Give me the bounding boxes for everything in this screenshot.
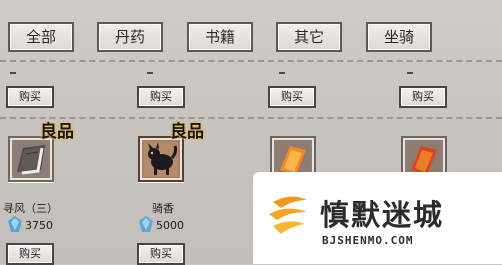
tab-pills[interactable]: 丹药 [97, 22, 163, 52]
divider [0, 60, 502, 62]
orange-talisman-icon [276, 142, 310, 176]
quality-badge: 良品 [40, 122, 74, 142]
tab-other[interactable]: 其它 [276, 22, 342, 52]
watermark-url: BJSHENMO.COM [322, 234, 414, 247]
quality-badge: 良品 [170, 122, 204, 142]
category-tab-bar: 全部 丹药 书籍 其它 坐骑 [0, 0, 502, 56]
item-price: 5000 [156, 219, 184, 232]
tab-all[interactable]: 全部 [8, 22, 74, 52]
flame-logo-icon [269, 196, 307, 234]
gem-icon [8, 216, 22, 232]
site-watermark: 慎默迷城 BJSHENMO.COM [253, 172, 502, 264]
black-beast-mount-icon [144, 142, 178, 176]
item-name: 寻风（三） [3, 202, 58, 215]
price-dash [407, 72, 413, 74]
buy-button[interactable]: 购买 [6, 243, 54, 265]
item-price: 3750 [25, 219, 53, 232]
item-slot[interactable] [138, 136, 184, 182]
buy-button[interactable]: 购买 [6, 86, 54, 108]
item-slot[interactable] [8, 136, 54, 182]
scroll-book-icon [14, 142, 48, 176]
item-name: 骑香 [152, 202, 174, 215]
buy-button[interactable]: 购买 [399, 86, 447, 108]
price-dash [147, 72, 153, 74]
red-talisman-icon [407, 142, 441, 176]
price-dash [10, 72, 16, 74]
price-dash [279, 72, 285, 74]
gem-icon [139, 216, 153, 232]
divider [0, 117, 502, 119]
buy-button[interactable]: 购买 [137, 86, 185, 108]
tab-books[interactable]: 书籍 [187, 22, 253, 52]
watermark-title: 慎默迷城 [320, 198, 445, 232]
buy-button[interactable]: 购买 [268, 86, 316, 108]
tab-mounts[interactable]: 坐骑 [366, 22, 432, 52]
buy-button[interactable]: 购买 [137, 243, 185, 265]
